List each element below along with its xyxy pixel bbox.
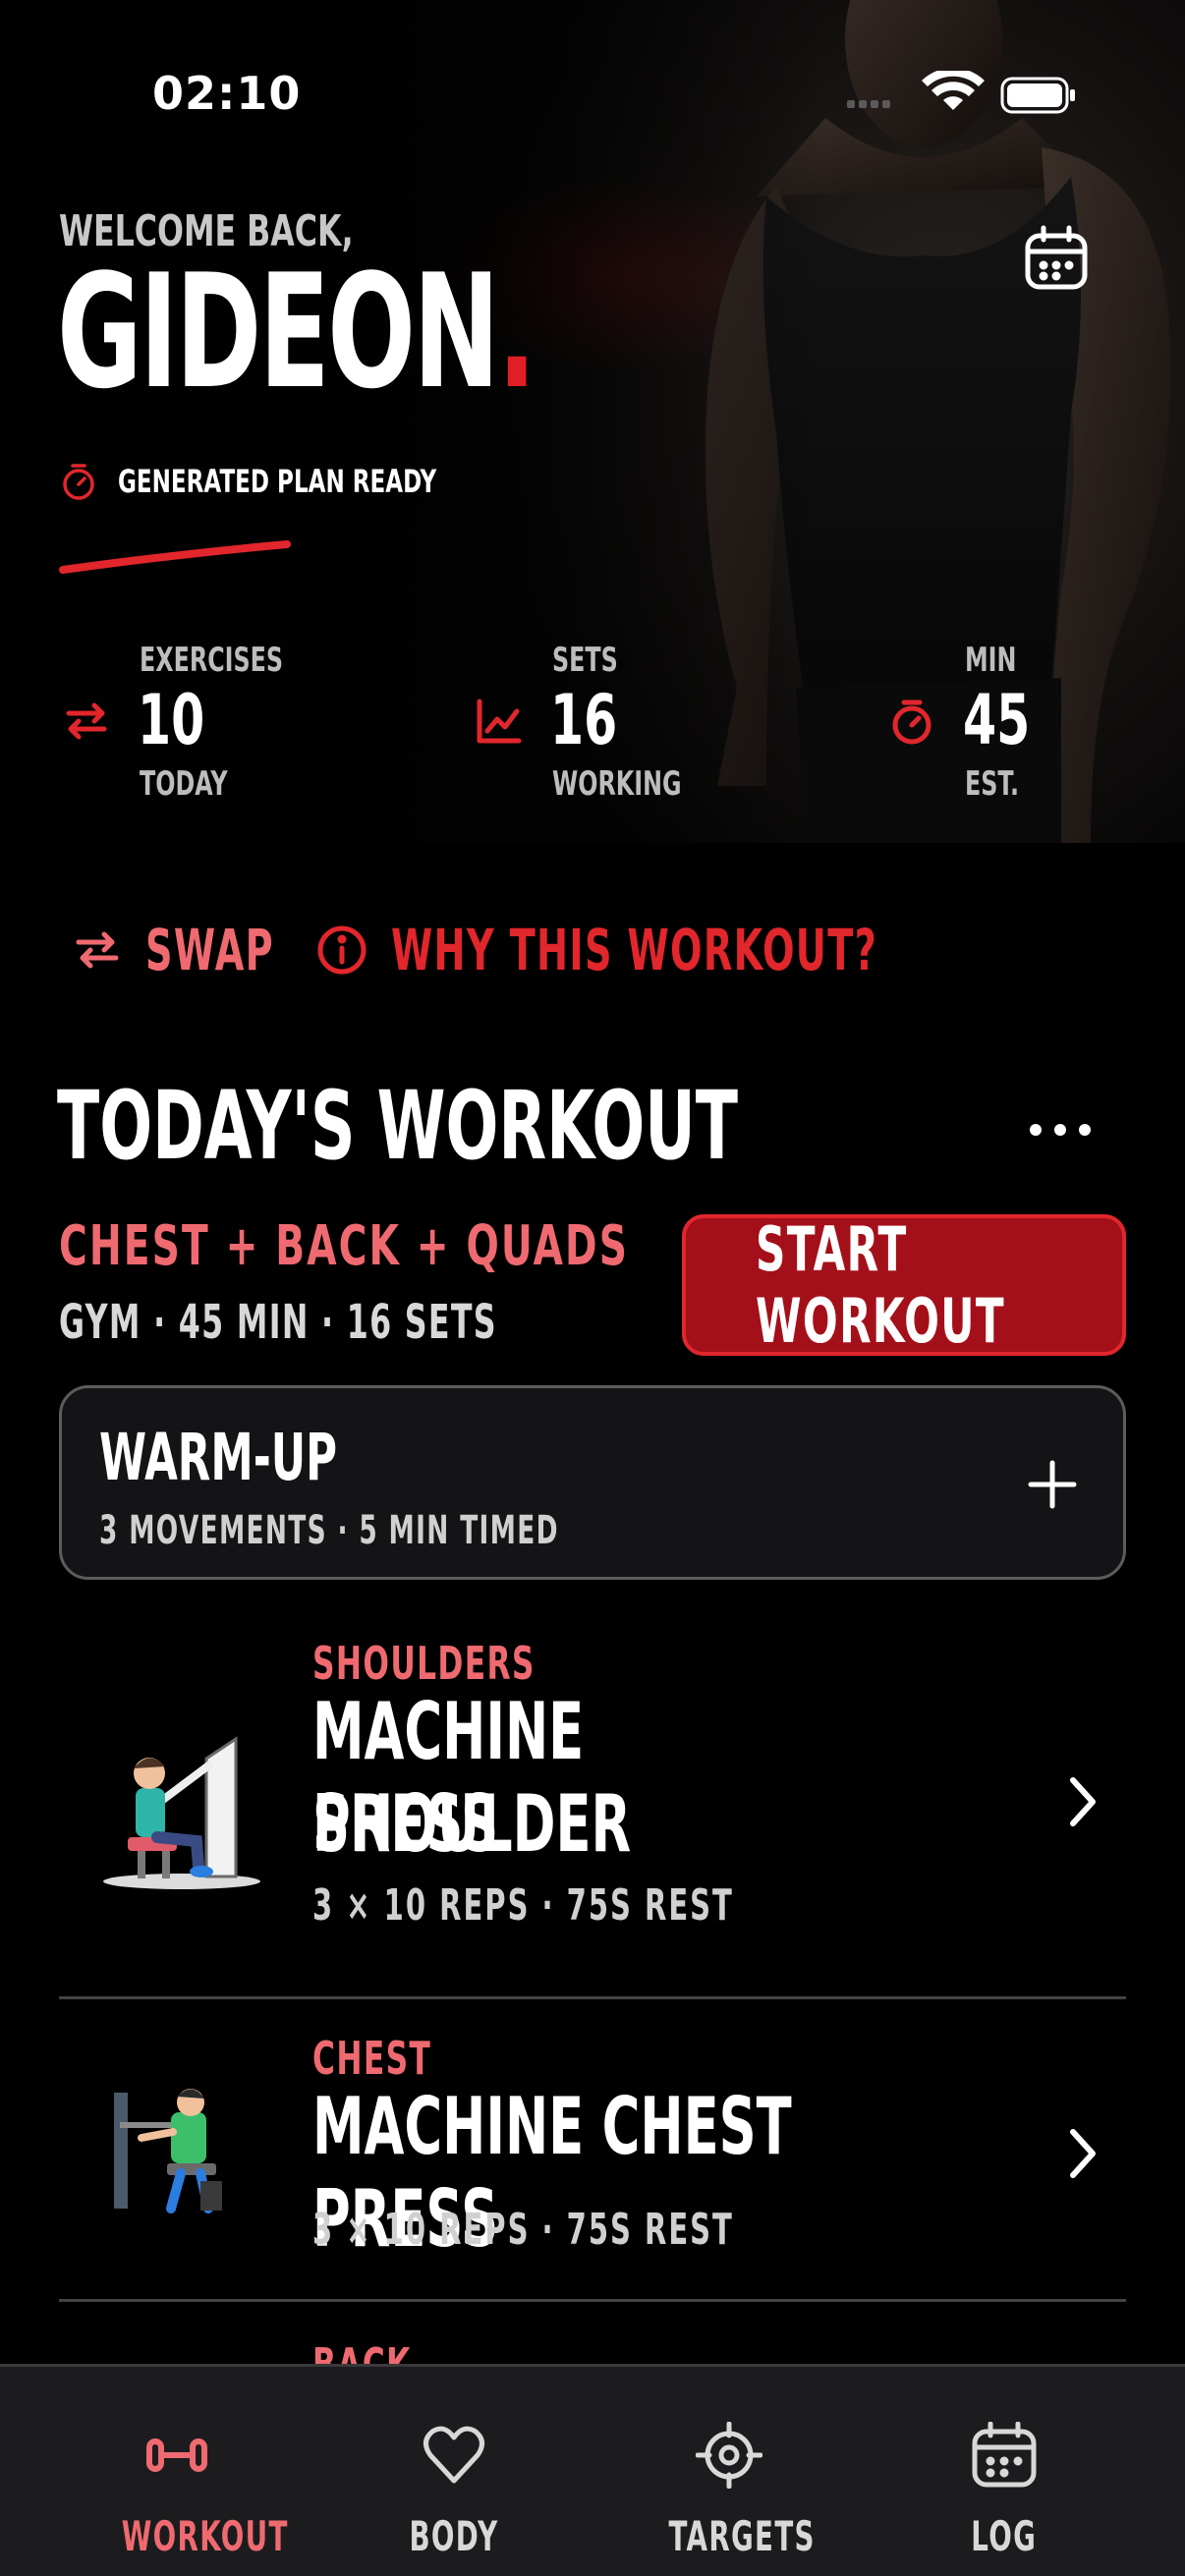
status-time: 02:10 xyxy=(152,67,302,120)
section-title: TODAY'S WORKOUT xyxy=(57,1071,738,1181)
exercise-detail: 3 × 10 REPS · 75S REST xyxy=(312,2205,734,2255)
stat-value: 10 xyxy=(138,680,205,760)
chest-press-illustration xyxy=(114,2089,222,2213)
swap-label: SWAP xyxy=(145,917,275,983)
divider xyxy=(59,1996,1126,1999)
more-options-icon[interactable] xyxy=(1030,1118,1091,1142)
plus-icon[interactable] xyxy=(1027,1459,1078,1510)
plan-status: GENERATED PLAN READY xyxy=(61,462,560,501)
accent-swoosh xyxy=(59,540,291,574)
warmup-card[interactable]: WARM-UP 3 MOVEMENTS · 5 MIN TIMED xyxy=(59,1385,1126,1580)
warmup-title: WARM-UP xyxy=(99,1420,338,1495)
exercise-detail: 3 × 10 REPS · 75S REST xyxy=(312,1880,734,1931)
why-label: WHY THIS WORKOUT? xyxy=(391,917,878,983)
exercise-name-line2: PRESS xyxy=(312,1778,499,1870)
start-workout-button[interactable]: START WORKOUT xyxy=(682,1213,1126,1357)
chevron-right-icon xyxy=(1070,1777,1096,1826)
tab-targets[interactable]: TARGETS xyxy=(631,2422,827,2560)
swap-arrows-icon xyxy=(66,702,107,740)
signal-icon xyxy=(847,100,890,108)
user-name: GIDEON. xyxy=(57,240,536,423)
swap-button[interactable]: SWAP xyxy=(75,916,341,984)
exercise-muscle: CHEST xyxy=(312,2032,432,2085)
shoulder-press-illustration xyxy=(103,1736,260,1889)
warmup-subtitle: 3 MOVEMENTS · 5 MIN TIMED xyxy=(99,1508,559,1553)
swap-arrows-icon xyxy=(76,931,119,969)
plan-status-text: GENERATED PLAN READY xyxy=(118,463,437,500)
why-this-workout-button[interactable]: WHY THIS WORKOUT? xyxy=(316,916,1128,984)
heart-icon xyxy=(423,2426,484,2484)
target-icon xyxy=(696,2422,762,2489)
stopwatch-icon xyxy=(63,464,94,500)
info-icon xyxy=(317,925,367,975)
dumbbell-icon xyxy=(146,2438,207,2472)
calendar-icon[interactable] xyxy=(1022,224,1091,293)
exercise-row[interactable]: SHOULDERS MACHINE SHOULDER PRESS 3 × 10 … xyxy=(59,1631,1126,1965)
tab-body[interactable]: BODY xyxy=(356,2422,552,2560)
status-indicators xyxy=(847,71,1075,114)
hero-banner: 02:10 WELCOME BACK, GIDEON. GENERATED PL… xyxy=(0,0,1185,843)
stat-value: 45 xyxy=(963,680,1031,760)
wifi-icon xyxy=(922,71,985,110)
exercise-muscle: SHOULDERS xyxy=(312,1637,536,1690)
calendar-icon xyxy=(972,2422,1037,2488)
divider xyxy=(59,2299,1126,2302)
stopwatch-icon xyxy=(892,700,931,745)
battery-icon xyxy=(1000,77,1075,114)
tab-bar: WORKOUT BODY TARGETS LOG xyxy=(0,2364,1185,2576)
exercise-row[interactable]: CHEST MACHINE CHEST PRESS 3 × 10 REPS · … xyxy=(59,2032,1126,2326)
chart-line-icon xyxy=(477,699,522,744)
tab-log[interactable]: LOG xyxy=(906,2422,1102,2560)
chevron-right-icon xyxy=(1070,2129,1096,2178)
stat-value: 16 xyxy=(550,680,618,760)
workout-meta: GYM · 45 MIN · 16 SETS xyxy=(59,1295,497,1350)
tab-workout[interactable]: WORKOUT xyxy=(79,2422,287,2560)
